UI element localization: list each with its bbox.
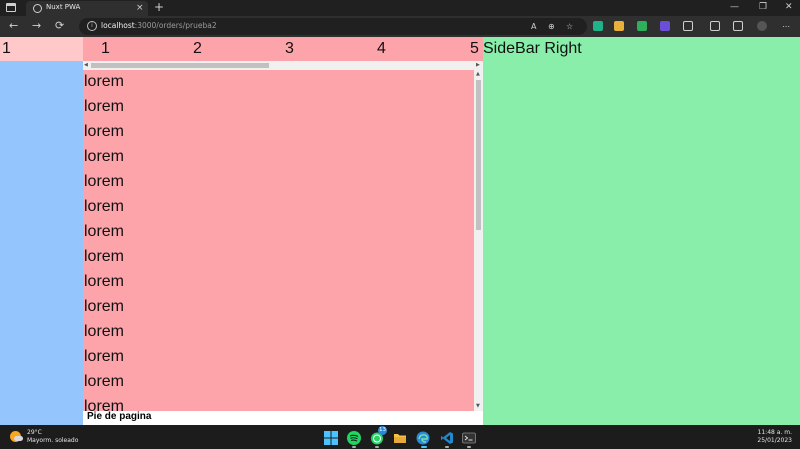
list-item: lorem bbox=[84, 248, 125, 265]
list-item: lorem bbox=[84, 73, 125, 90]
app-running-indicator bbox=[467, 446, 471, 448]
weather-icon[interactable] bbox=[10, 431, 23, 442]
extension-icon[interactable] bbox=[593, 21, 603, 31]
scroll-up-icon[interactable]: ▲ bbox=[476, 70, 480, 79]
taskbar: 29°C Mayorm. soleado 13 11:48 a. m. 25/0… bbox=[0, 425, 800, 449]
clock-date[interactable]: 25/01/2023 bbox=[757, 437, 792, 444]
scroll-right-icon[interactable]: ▶ bbox=[476, 61, 480, 70]
terminal-icon[interactable] bbox=[462, 430, 476, 444]
zoom-icon[interactable]: ⊕ bbox=[548, 21, 555, 32]
shield-extension-icon[interactable] bbox=[637, 21, 647, 31]
weather-temperature[interactable]: 29°C bbox=[27, 429, 42, 436]
edge-icon[interactable] bbox=[416, 430, 430, 445]
notification-badge: 13 bbox=[378, 426, 387, 435]
list-item: lorem bbox=[84, 323, 125, 340]
browser-tab-strip: Nuxt PWA × + — ❐ ✕ bbox=[0, 0, 800, 16]
tab-favicon-icon bbox=[33, 4, 42, 13]
extension-icon[interactable] bbox=[660, 21, 670, 31]
list-item: lorem bbox=[84, 373, 125, 390]
list-item: lorem bbox=[84, 273, 125, 290]
tab-title: Nuxt PWA bbox=[46, 3, 81, 11]
extensions-icon[interactable] bbox=[683, 21, 693, 31]
scroll-left-icon[interactable]: ◀ bbox=[84, 61, 88, 70]
collections-icon[interactable] bbox=[733, 21, 743, 31]
scroll-down-icon[interactable]: ▼ bbox=[476, 402, 480, 411]
back-button[interactable]: ← bbox=[9, 19, 18, 33]
app-running-indicator bbox=[375, 446, 379, 448]
whatsapp-icon[interactable]: 13 bbox=[370, 426, 387, 445]
new-tab-button[interactable]: + bbox=[154, 0, 164, 15]
window-menu-icon[interactable] bbox=[6, 3, 16, 12]
forward-button[interactable]: → bbox=[32, 19, 41, 33]
header-number: 5 bbox=[470, 40, 479, 57]
vertical-scroll-thumb[interactable] bbox=[476, 80, 481, 230]
list-item: lorem bbox=[84, 223, 125, 240]
close-window-button[interactable]: ✕ bbox=[785, 1, 793, 14]
sidebar-right-label: SideBar Right bbox=[483, 40, 582, 57]
list-item: lorem bbox=[84, 123, 125, 140]
list-item: lorem bbox=[84, 398, 125, 411]
page-footer: Pie de pagina bbox=[83, 411, 483, 425]
list-item: lorem bbox=[84, 148, 125, 165]
list-item: lorem bbox=[84, 298, 125, 315]
header-number: 1 bbox=[101, 40, 110, 57]
sidebar-left-header: 1 bbox=[0, 37, 83, 61]
browser-toolbar: ← → ⟳ i localhost:3000/orders/prueba2 A … bbox=[0, 16, 800, 37]
profile-avatar[interactable] bbox=[757, 21, 767, 31]
list-item: lorem bbox=[84, 98, 125, 115]
header-number: 4 bbox=[377, 40, 386, 57]
main-header: 1 2 3 4 5 bbox=[83, 37, 483, 61]
minimize-button[interactable]: — bbox=[730, 1, 739, 14]
app-running-indicator bbox=[445, 446, 449, 448]
app-active-indicator bbox=[421, 446, 427, 448]
file-explorer-icon[interactable] bbox=[393, 430, 407, 444]
refresh-button[interactable]: ⟳ bbox=[55, 19, 64, 33]
horizontal-scrollbar[interactable]: ◀ ▶ bbox=[83, 61, 483, 70]
list-item: lorem bbox=[84, 198, 125, 215]
list-item: lorem bbox=[84, 348, 125, 365]
header-number: 3 bbox=[285, 40, 294, 57]
site-info-icon[interactable]: i bbox=[87, 21, 97, 31]
address-bar[interactable]: i localhost:3000/orders/prueba2 A ⊕ ☆ bbox=[79, 18, 587, 35]
vertical-scrollbar[interactable]: ▲ ▼ bbox=[474, 70, 483, 411]
web-page: 1 1 2 3 4 5 ◀ ▶ lorem lorem lorem lorem lore… bbox=[0, 37, 800, 425]
main-content: lorem lorem lorem lorem lorem lorem lorem lorem… bbox=[83, 70, 474, 411]
weather-description[interactable]: Mayorm. soleado bbox=[27, 437, 78, 444]
footer-text: Pie de pagina bbox=[87, 411, 152, 422]
maximize-button[interactable]: ❐ bbox=[759, 1, 767, 14]
favorites-icon[interactable] bbox=[710, 21, 720, 31]
sidebar-right: SideBar Right bbox=[483, 37, 800, 425]
menu-icon[interactable]: ⋯ bbox=[782, 21, 790, 32]
spotify-icon[interactable] bbox=[347, 430, 361, 445]
url-text[interactable]: localhost:3000/orders/prueba2 bbox=[101, 21, 217, 30]
app-running-indicator bbox=[352, 446, 356, 448]
clock-time[interactable]: 11:48 a. m. bbox=[758, 429, 792, 436]
sidebar-left bbox=[0, 61, 83, 425]
browser-tab[interactable]: Nuxt PWA × bbox=[26, 1, 148, 16]
favorite-icon[interactable]: ☆ bbox=[566, 21, 573, 32]
windows-start-icon[interactable] bbox=[324, 430, 338, 445]
vscode-icon[interactable] bbox=[440, 430, 454, 444]
read-aloud-icon[interactable]: A bbox=[531, 21, 536, 32]
tab-close-icon[interactable]: × bbox=[136, 2, 144, 14]
header-number: 2 bbox=[193, 40, 202, 57]
horizontal-scroll-thumb[interactable] bbox=[91, 63, 269, 68]
list-item: lorem bbox=[84, 173, 125, 190]
extension-icon[interactable] bbox=[614, 21, 624, 31]
sidebar-left-label: 1 bbox=[2, 40, 11, 57]
